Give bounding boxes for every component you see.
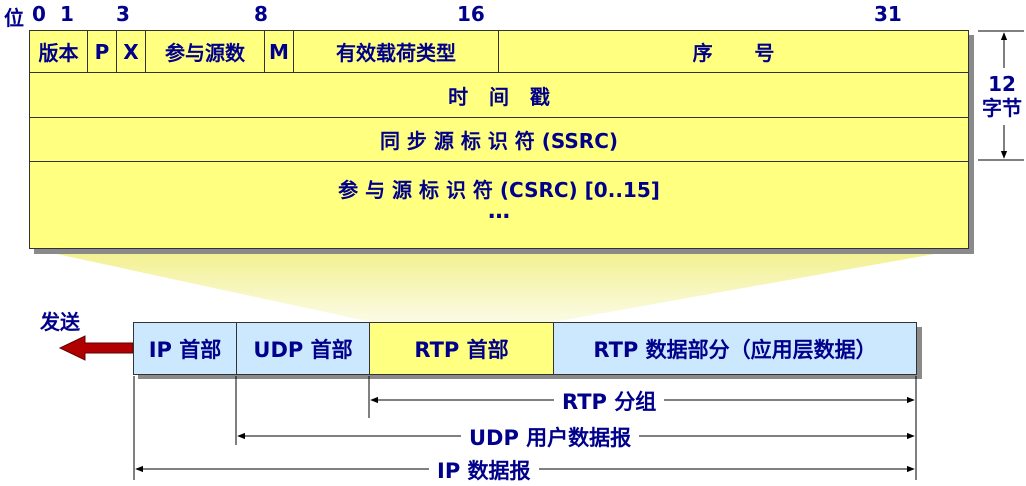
size-label: 12 字节 [978,72,1026,120]
sequence-number-field: 序 号 [498,30,969,73]
ssrc-field: 同 步 源 标 识 符 (SSRC) [29,117,969,162]
udp-datagram-label: UDP 用户数据报 [461,422,640,452]
ip-header-block: IP 首部 [133,322,237,375]
padding-bit-field: P [87,30,117,73]
udp-header-block: UDP 首部 [236,322,370,375]
version-field: 版本 [29,30,88,73]
size-unit: 字节 [982,96,1022,120]
rtp-data-block: RTP 数据部分（应用层数据） [553,322,917,375]
extension-bit-field: X [116,30,146,73]
payload-type-field: 有效载荷类型 [293,30,499,73]
rtp-header-block: RTP 首部 [369,322,554,375]
send-label: 发送 [40,310,80,334]
marker-bit-field: M [264,30,294,73]
size-value: 12 [988,72,1016,96]
zoom-funnel [29,248,968,322]
send-arrow [58,335,134,361]
csrc-field: 参 与 源 标 识 符 (CSRC) [0..15] … [29,161,969,249]
csrc-count-field: 参与源数 [145,30,265,73]
timestamp-field: 时 间 戳 [29,72,969,118]
rtp-group-label: RTP 分组 [554,386,665,416]
csrc-ellipsis: … [488,199,510,224]
ip-datagram-label: IP 数据报 [429,455,539,485]
